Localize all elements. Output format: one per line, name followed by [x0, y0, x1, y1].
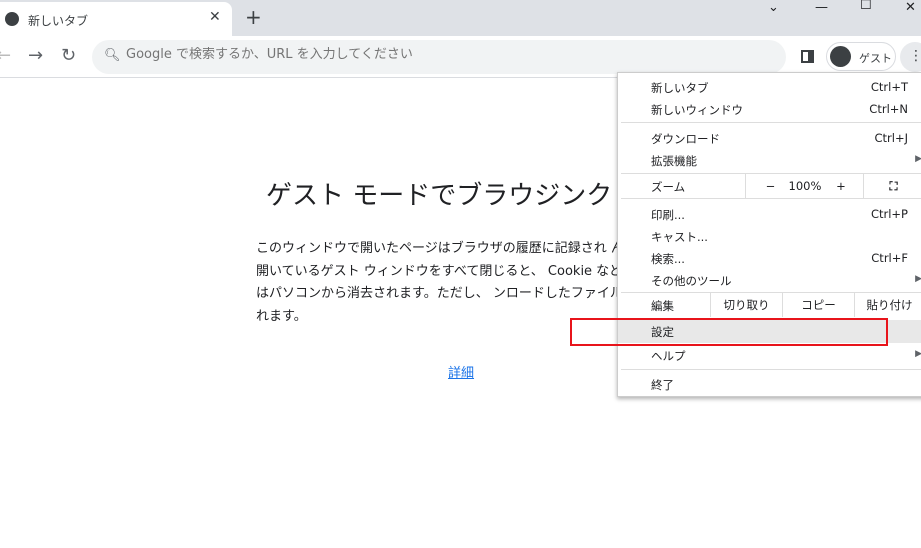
tab-new-tab[interactable]: 新しいタブ ✕	[0, 2, 232, 36]
submenu-arrow-icon: ▶	[915, 274, 921, 284]
menu-item-cast[interactable]: キャスト...	[618, 225, 921, 247]
close-window-button[interactable]: ✕	[905, 0, 916, 15]
tab-search-chevron-icon[interactable]: ⌄	[768, 0, 779, 15]
label: ヘルプ	[651, 349, 686, 363]
label: 終了	[651, 378, 674, 392]
copy-button[interactable]: コピー	[782, 293, 854, 317]
shortcut: Ctrl+F	[871, 251, 908, 265]
menu-edit-row: 編集 切り取り コピー 貼り付け	[618, 293, 921, 317]
side-panel-icon[interactable]	[801, 50, 814, 63]
divider	[621, 122, 921, 123]
menu-item-extensions[interactable]: 拡張機能 ▶	[618, 149, 921, 171]
shortcut: Ctrl+J	[874, 131, 909, 145]
label: 編集	[651, 299, 674, 313]
menu-item-new-tab[interactable]: 新しいタブ Ctrl+T	[618, 76, 921, 98]
shortcut: Ctrl+N	[869, 102, 908, 116]
label: ズーム	[651, 180, 686, 194]
menu-item-downloads[interactable]: ダウンロード Ctrl+J	[618, 127, 921, 149]
tab-strip: 新しいタブ ✕ + ⌄ — ☐ ✕	[0, 0, 921, 36]
paste-button[interactable]: 貼り付け	[854, 293, 921, 317]
highlight-box	[570, 318, 888, 346]
tab-title: 新しいタブ	[28, 14, 89, 28]
guest-description: このウィンドウで開いたページはブラウザの履歴に記録され ん。また、開いているゲス…	[256, 241, 676, 324]
menu-item-more-tools[interactable]: その他のツール ▶	[618, 269, 921, 291]
omnibox[interactable]: 🔍︎	[92, 40, 786, 74]
profile-name: ゲスト	[859, 52, 892, 65]
menu-item-exit[interactable]: 終了	[618, 373, 921, 395]
new-tab-button[interactable]: +	[245, 5, 262, 29]
label: ダウンロード	[651, 132, 720, 146]
avatar-icon	[830, 46, 851, 67]
omnibox-input[interactable]	[126, 47, 766, 62]
chrome-menu: 新しいタブ Ctrl+T 新しいウィンドウ Ctrl+N ダウンロード Ctrl+J …	[617, 72, 921, 397]
shortcut: Ctrl+T	[870, 80, 908, 94]
submenu-arrow-icon: ▶	[915, 349, 921, 359]
minimize-button[interactable]: —	[815, 0, 828, 15]
reload-icon[interactable]: ↻	[61, 45, 76, 66]
maximize-button[interactable]: ☐	[860, 0, 872, 13]
page-title: ゲスト モードでブラウジンク	[266, 181, 613, 211]
label: 新しいタブ	[651, 81, 709, 95]
menu-item-help[interactable]: ヘルプ ▶	[618, 344, 921, 366]
search-icon: 🔍︎	[104, 48, 121, 63]
back-arrow-icon[interactable]: ←	[0, 45, 11, 66]
profile-button[interactable]: ゲスト	[826, 42, 896, 71]
menu-item-find[interactable]: 検索... Ctrl+F	[618, 247, 921, 269]
label: 新しいウィンドウ	[651, 103, 743, 117]
label: キャスト...	[651, 230, 708, 244]
label: 印刷...	[651, 208, 685, 222]
zoom-in-button[interactable]: +	[818, 174, 864, 198]
fullscreen-icon[interactable]: ⛶	[863, 174, 921, 198]
label: 検索...	[651, 252, 685, 266]
divider	[621, 198, 921, 199]
globe-icon	[5, 12, 19, 26]
learn-more-link[interactable]: 詳細	[448, 362, 474, 381]
more-menu-icon[interactable]: ⋮	[900, 42, 921, 72]
label: その他のツール	[651, 274, 732, 288]
forward-arrow-icon[interactable]: →	[28, 45, 43, 66]
menu-zoom-row: ズーム − 100% + ⛶	[618, 174, 921, 198]
submenu-arrow-icon: ▶	[915, 154, 921, 164]
shortcut: Ctrl+P	[870, 207, 908, 221]
menu-item-print[interactable]: 印刷... Ctrl+P	[618, 203, 921, 225]
cut-button[interactable]: 切り取り	[710, 293, 782, 317]
menu-item-new-window[interactable]: 新しいウィンドウ Ctrl+N	[618, 98, 921, 120]
divider	[621, 369, 921, 370]
label: 拡張機能	[651, 154, 697, 168]
tab-close-icon[interactable]: ✕	[209, 9, 221, 25]
